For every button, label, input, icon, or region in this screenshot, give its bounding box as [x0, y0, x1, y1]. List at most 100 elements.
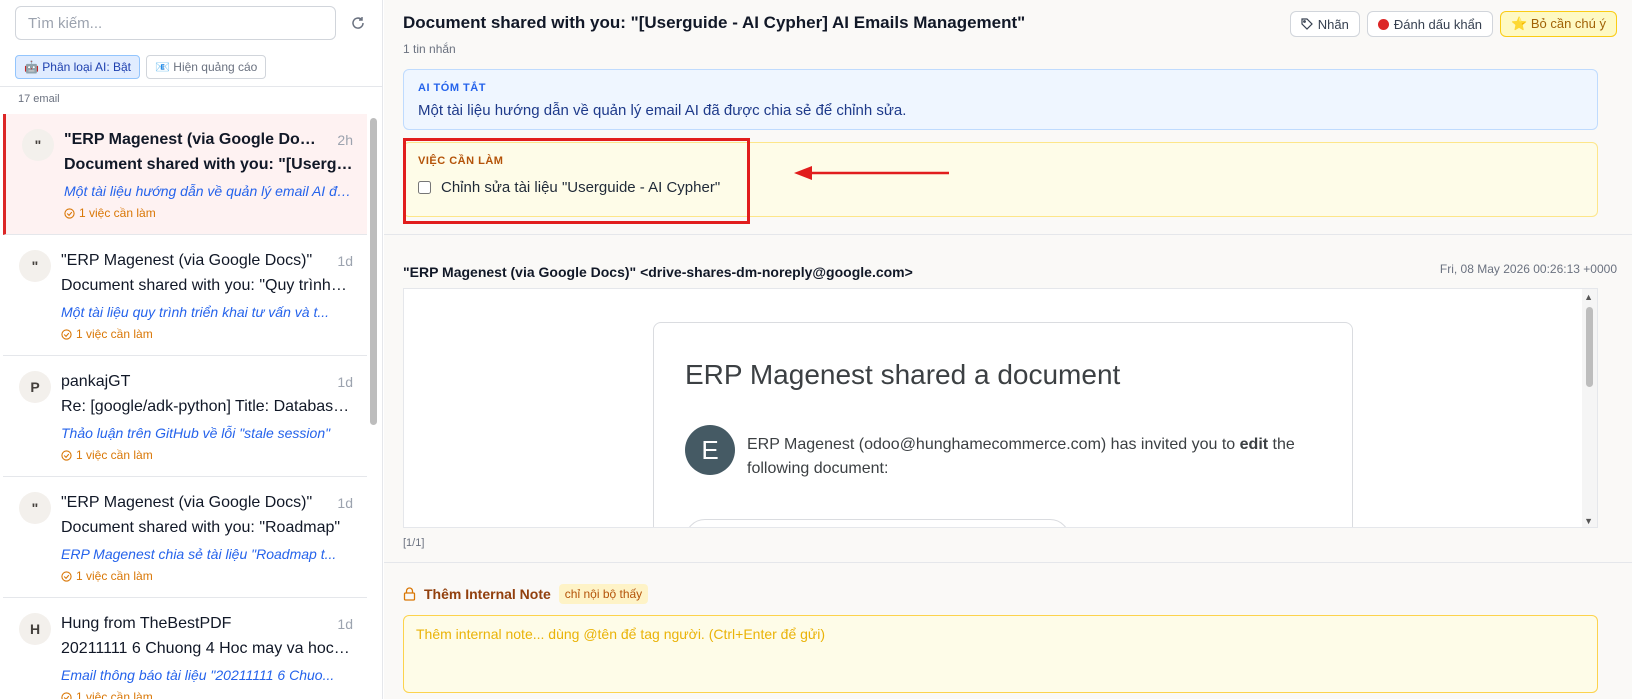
- share-card-text: ERP Magenest (odoo@hunghamecommerce.com)…: [747, 433, 1307, 481]
- body-scrollbar[interactable]: ▲ ▼: [1582, 289, 1597, 527]
- email-ai-summary: Một tài liệu quy trình triển khai tư vấn…: [61, 304, 329, 320]
- todo-item[interactable]: Chỉnh sửa tài liệu "Userguide - AI Cyphe…: [418, 179, 720, 196]
- remove-attention-text: ⭐ Bỏ cần chú ý: [1511, 16, 1606, 31]
- ai-summary-text: Một tài liệu hướng dẫn về quản lý email …: [418, 102, 907, 119]
- todo-count: 1 việc cần làm: [61, 327, 153, 341]
- ai-classification-label: 🤖 Phân loại AI: Bật: [24, 60, 132, 74]
- todo-label: VIỆC CẦN LÀM: [418, 155, 504, 167]
- tag-icon: [1301, 18, 1313, 30]
- email-ai-summary: Thảo luận trên GitHub về lỗi "stale sess…: [61, 425, 331, 441]
- todo-count: 1 việc cần làm: [64, 206, 156, 220]
- email-sidebar: 🤖 Phân loại AI: Bật 📧 Hiện quảng cáo 17 …: [0, 0, 383, 699]
- scroll-down-icon[interactable]: ▼: [1584, 516, 1593, 526]
- check-circle-icon: [61, 691, 72, 699]
- email-sender: Hung from TheBestPDF: [61, 615, 232, 632]
- email-time: 1d: [337, 253, 353, 269]
- email-time: 2h: [337, 132, 353, 148]
- todo-count-label: 1 việc cần làm: [76, 690, 153, 699]
- email-sender: "ERP Magenest (via Google Docs)": [61, 252, 313, 269]
- todo-count: 1 việc cần làm: [61, 690, 153, 699]
- filter-chips: 🤖 Phân loại AI: Bật 📧 Hiện quảng cáo: [15, 55, 267, 79]
- email-detail: Document shared with you: "[Userguide - …: [384, 0, 1632, 699]
- annotation-arrow-icon: [794, 166, 949, 180]
- email-subject: Document shared with you: "[Userguide - …: [64, 156, 354, 173]
- avatar: ": [22, 129, 54, 161]
- share-text-bold: edit: [1239, 436, 1269, 453]
- email-subject: 20211111 6 Chuong 4 Hoc may va hoc sau: [61, 640, 351, 657]
- todo-count: 1 việc cần làm: [61, 569, 153, 583]
- email-subject: Document shared with you: "Roadmap": [61, 519, 341, 536]
- todo-box: VIỆC CẦN LÀM Chỉnh sửa tài liệu "Usergui…: [403, 142, 1598, 217]
- email-subject: Re: [google/adk-python] Title: Database …: [61, 398, 351, 415]
- email-ai-summary: Email thông báo tài liệu "20211111 6 Chu…: [61, 667, 335, 683]
- email-sender: pankajGT: [61, 373, 131, 390]
- email-body-frame[interactable]: ERP Magenest shared a document E ERP Mag…: [403, 288, 1598, 528]
- email-list-item[interactable]: " "ERP Magenest (via Google Docs)" 1d Do…: [3, 235, 367, 356]
- check-circle-icon: [64, 207, 75, 219]
- ai-classification-toggle[interactable]: 🤖 Phân loại AI: Bật: [15, 55, 141, 79]
- internal-note-header: Thêm Internal Note chỉ nội bộ thấy: [403, 584, 649, 604]
- email-list-item[interactable]: " "ERP Magenest (via Google Docs)" 1d Do…: [3, 477, 367, 598]
- avatar: ": [19, 492, 51, 524]
- check-circle-icon: [61, 570, 72, 582]
- sidebar-divider: [0, 86, 382, 87]
- email-list-item[interactable]: " "ERP Magenest (via Google Docs)" 2h Do…: [3, 114, 367, 235]
- email-ai-summary: Một tài liệu hướng dẫn về quản lý email …: [64, 183, 354, 199]
- message-date: Fri, 08 May 2026 00:26:13 +0000: [1439, 262, 1617, 276]
- label-button[interactable]: Nhãn: [1289, 11, 1360, 37]
- internal-note-title: Thêm Internal Note: [424, 586, 551, 602]
- lock-icon: [403, 587, 416, 601]
- todo-count: 1 việc cần làm: [61, 448, 153, 462]
- check-circle-icon: [61, 328, 72, 340]
- document-chip[interactable]: [685, 519, 1070, 527]
- email-subject: Document shared with you: "Quy trình tri…: [61, 277, 351, 294]
- email-title: Document shared with you: "[Userguide - …: [403, 13, 1026, 32]
- check-circle-icon: [61, 449, 72, 461]
- todo-count-label: 1 việc cần làm: [79, 206, 156, 220]
- todo-item-text: Chỉnh sửa tài liệu "Userguide - AI Cyphe…: [441, 179, 721, 196]
- email-ai-summary: ERP Magenest chia sẻ tài liệu "Roadmap t…: [61, 546, 337, 562]
- todo-checkbox[interactable]: [418, 181, 431, 194]
- email-time: 1d: [337, 374, 353, 390]
- avatar: ": [19, 250, 51, 282]
- show-ads-toggle[interactable]: 📧 Hiện quảng cáo: [146, 55, 267, 79]
- avatar: P: [19, 371, 51, 403]
- avatar: H: [19, 613, 51, 645]
- label-button-text: Nhãn: [1317, 16, 1349, 32]
- email-time: 1d: [337, 616, 353, 632]
- share-card: ERP Magenest shared a document E ERP Mag…: [653, 322, 1353, 527]
- search-row: [15, 6, 379, 44]
- share-text-pre: ERP Magenest (odoo@hunghamecommerce.com)…: [747, 436, 1240, 453]
- todo-count-label: 1 việc cần làm: [76, 569, 153, 583]
- refresh-icon: [352, 17, 364, 29]
- message-count: 1 tin nhắn: [403, 42, 456, 56]
- search-input[interactable]: [15, 6, 336, 40]
- email-list-item[interactable]: P pankajGT 1d Re: [google/adk-python] Ti…: [3, 356, 367, 477]
- section-divider: [384, 234, 1632, 235]
- show-ads-label: 📧 Hiện quảng cáo: [155, 60, 258, 74]
- scroll-up-icon[interactable]: ▲: [1584, 292, 1593, 302]
- sidebar-scrollbar[interactable]: [370, 118, 377, 425]
- todo-count-label: 1 việc cần làm: [76, 448, 153, 462]
- email-sender: "ERP Magenest (via Google Docs)": [61, 494, 313, 511]
- ai-summary-box: AI TÓM TẮT Một tài liệu hướng dẫn về quả…: [403, 69, 1598, 130]
- ai-summary-label: AI TÓM TẮT: [418, 82, 486, 94]
- email-sender: "ERP Magenest (via Google Docs)": [64, 131, 324, 148]
- mark-urgent-button[interactable]: Đánh dấu khẩn: [1366, 11, 1494, 37]
- email-time: 1d: [337, 495, 353, 511]
- todo-count-label: 1 việc cần làm: [76, 327, 153, 341]
- email-list-item[interactable]: H Hung from TheBestPDF 1d 20211111 6 Chu…: [3, 598, 367, 699]
- internal-note-input[interactable]: [403, 615, 1598, 693]
- message-pager: [1/1]: [403, 537, 425, 549]
- mark-urgent-text: Đánh dấu khẩn: [1393, 16, 1483, 32]
- red-circle-icon: [1377, 18, 1389, 30]
- body-scrollbar-thumb[interactable]: [1586, 307, 1593, 387]
- message-from: "ERP Magenest (via Google Docs)" <drive-…: [403, 264, 913, 280]
- section-divider: [384, 562, 1632, 563]
- sender-avatar: E: [685, 425, 735, 475]
- email-actions: Nhãn Đánh dấu khẩn ⭐ Bỏ cần chú ý: [1289, 11, 1617, 37]
- share-card-title: ERP Magenest shared a document: [685, 359, 1121, 390]
- email-count: 17 email: [18, 93, 60, 105]
- refresh-button[interactable]: [345, 10, 371, 36]
- remove-attention-button[interactable]: ⭐ Bỏ cần chú ý: [1500, 11, 1617, 37]
